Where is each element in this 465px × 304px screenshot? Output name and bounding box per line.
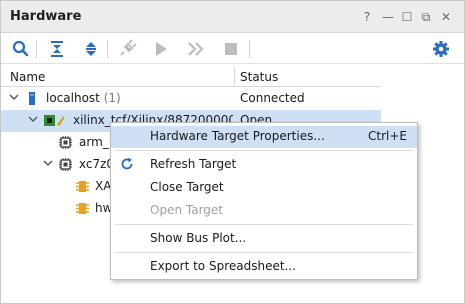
run-button[interactable] [151, 39, 171, 59]
menu-item-open-target: Open Target [111, 200, 417, 222]
device-name: arm_ [79, 135, 109, 149]
refresh-icon [120, 157, 134, 171]
stop-icon [225, 43, 237, 55]
menu-separator [115, 252, 413, 253]
chevron-down-icon[interactable] [43, 158, 53, 168]
column-status-header[interactable]: Status [240, 70, 278, 84]
settings-button[interactable] [431, 39, 451, 59]
menu-item-label: Export to Spreadsheet... [150, 259, 296, 273]
expand-all-button[interactable] [81, 39, 101, 59]
hardware-panel: Hardware ? — ☐ ⧉ ✕ Name Status localhost… [0, 0, 465, 304]
column-name-header[interactable]: Name [10, 70, 45, 84]
help-button[interactable]: ? [361, 11, 373, 23]
connect-button[interactable] [117, 39, 137, 59]
stop-button[interactable] [221, 39, 241, 59]
core-name: XA [95, 179, 112, 193]
chip-icon [59, 136, 72, 149]
menu-item-export-spreadsheet[interactable]: Export to Spreadsheet... [111, 256, 417, 278]
menu-separator [115, 224, 413, 225]
minimize-button[interactable]: — [382, 11, 394, 23]
tree-status: Connected [240, 91, 305, 105]
panel-title: Hardware [10, 9, 82, 24]
tree-row-localhost[interactable]: localhost (1) Connected [1, 88, 381, 110]
chevron-down-icon[interactable] [28, 114, 38, 124]
core-icon [76, 180, 89, 193]
host-name: localhost [46, 91, 100, 105]
gear-icon [433, 41, 449, 57]
menu-item-label: Show Bus Plot... [150, 231, 247, 245]
menu-item-label: Open Target [150, 203, 223, 217]
context-menu: Hardware Target Properties... Ctrl+E Ref… [110, 122, 418, 280]
search-button[interactable] [11, 39, 31, 59]
menu-item-close-target[interactable]: Close Target [111, 177, 417, 199]
close-button[interactable]: ✕ [440, 11, 452, 23]
menu-item-label: Hardware Target Properties... [150, 129, 325, 143]
menu-item-shortcut: Ctrl+E [368, 129, 407, 143]
expand-all-icon [86, 42, 96, 56]
float-button[interactable]: ⧉ [420, 11, 432, 23]
collapse-all-icon [51, 41, 63, 57]
menu-item-label: Refresh Target [150, 157, 237, 171]
menu-item-refresh-target[interactable]: Refresh Target [111, 154, 417, 176]
tree-label: localhost (1) [46, 91, 121, 105]
toolbar-separator [107, 40, 108, 58]
menu-item-label: Close Target [150, 180, 224, 194]
server-icon [29, 92, 35, 105]
menu-separator [115, 150, 413, 151]
column-divider[interactable] [234, 67, 235, 87]
run-icon [156, 42, 167, 56]
toolbar [1, 34, 464, 64]
fast-forward-icon [188, 42, 204, 56]
chip-icon [59, 158, 72, 171]
board-icon [44, 114, 66, 127]
run-all-button[interactable] [186, 39, 206, 59]
core-icon [76, 202, 89, 215]
chevron-down-icon[interactable] [9, 92, 19, 102]
maximize-button[interactable]: ☐ [401, 11, 413, 23]
title-bar: Hardware ? — ☐ ⧉ ✕ [1, 1, 464, 33]
child-count: (1) [103, 91, 121, 105]
plug-icon [120, 39, 137, 56]
search-icon [12, 40, 29, 57]
menu-item-show-bus-plot[interactable]: Show Bus Plot... [111, 228, 417, 250]
menu-item-target-properties[interactable]: Hardware Target Properties... Ctrl+E [111, 126, 417, 148]
device-name: xc7z0 [79, 157, 115, 171]
toolbar-separator [36, 40, 37, 58]
collapse-all-button[interactable] [47, 39, 67, 59]
column-header: Name Status [1, 67, 381, 87]
toolbar-separator [249, 40, 250, 58]
